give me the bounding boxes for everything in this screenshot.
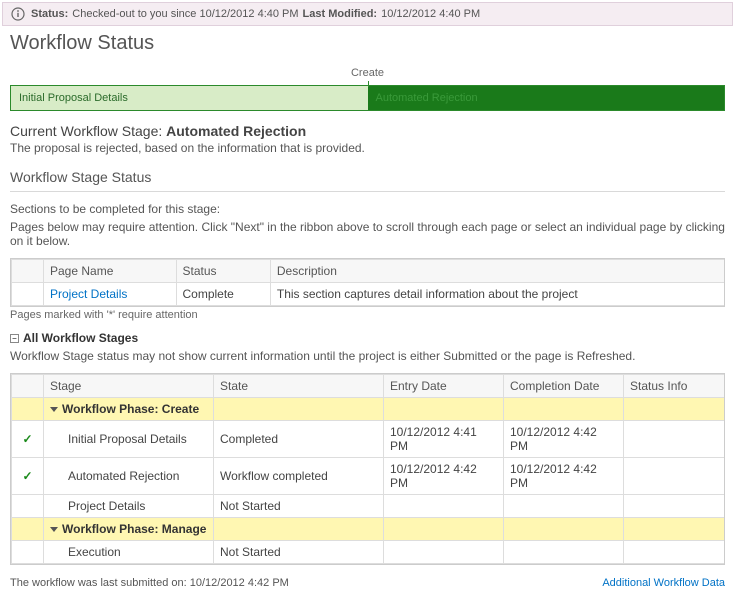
- all-stages-toggle[interactable]: –All Workflow Stages: [10, 331, 725, 345]
- stage-info: [624, 421, 726, 458]
- current-stage-description: The proposal is rejected, based on the i…: [10, 141, 725, 155]
- sections-footnote: Pages marked with '*' require attention: [10, 309, 725, 321]
- stages-table: Stage State Entry Date Completion Date S…: [11, 374, 725, 564]
- phase-label-cell[interactable]: Workflow Phase: Create: [44, 398, 214, 421]
- col-icon: [12, 260, 44, 283]
- status-text: Checked-out to you since 10/12/2012 4:40…: [72, 8, 298, 20]
- current-stage-label: Current Workflow Stage:: [10, 123, 162, 139]
- lastmod-label: Last Modified:: [303, 8, 378, 20]
- stage-entry: 10/12/2012 4:42 PM: [384, 458, 504, 495]
- footer: The workflow was last submitted on: 10/1…: [0, 573, 735, 595]
- current-stage-value: Automated Rejection: [166, 123, 306, 139]
- stage-check-cell: [12, 495, 44, 518]
- all-stages-hint: Workflow Stage status may not show curre…: [10, 349, 725, 363]
- phase-create-label: Create: [351, 67, 384, 79]
- phase-seg-initial[interactable]: Initial Proposal Details: [11, 86, 368, 110]
- stage-check-cell: ✓: [12, 421, 44, 458]
- stage-completion: 10/12/2012 4:42 PM: [504, 458, 624, 495]
- phase-icon-cell: [12, 398, 44, 421]
- col-stage: Stage: [44, 375, 214, 398]
- stage-name: Project Details: [44, 495, 214, 518]
- page-details-link[interactable]: Project Details: [50, 287, 127, 301]
- stage-completion: [504, 541, 624, 564]
- table-row: Project Details CompleteThis section capt…: [12, 283, 726, 306]
- stage-info: [624, 458, 726, 495]
- lastmod-text: 10/12/2012 4:40 PM: [381, 8, 480, 20]
- additional-workflow-data-link[interactable]: Additional Workflow Data: [602, 577, 725, 589]
- stages-table-container[interactable]: Stage State Entry Date Completion Date S…: [10, 373, 725, 565]
- info-icon: [11, 7, 25, 21]
- stage-entry: [384, 495, 504, 518]
- col-info: Status Info: [624, 375, 726, 398]
- phase-progress: Create Initial Proposal Details Automate…: [10, 67, 725, 111]
- col-completion: Completion Date: [504, 375, 624, 398]
- status-label: Status:: [31, 8, 68, 20]
- row-icon-cell: [12, 283, 44, 306]
- current-stage-line: Current Workflow Stage: Automated Reject…: [10, 123, 725, 139]
- sections-heading: Sections to be completed for this stage:: [10, 202, 725, 216]
- stage-entry: [384, 541, 504, 564]
- caret-down-icon: [50, 527, 58, 532]
- stage-check-cell: [12, 541, 44, 564]
- stage-info: [624, 541, 726, 564]
- divider: [10, 191, 725, 192]
- stage-state: Completed: [214, 421, 384, 458]
- sections-hint: Pages below may require attention. Click…: [10, 220, 725, 248]
- sections-table: Page Name Status Description Project Det…: [11, 259, 725, 306]
- stage-state: Workflow completed: [214, 458, 384, 495]
- stage-row: ✓Initial Proposal DetailsCompleted10/12/…: [12, 421, 726, 458]
- stage-completion: 10/12/2012 4:42 PM: [504, 421, 624, 458]
- stage-status-heading: Workflow Stage Status: [10, 169, 725, 185]
- phase-row[interactable]: Workflow Phase: Manage: [12, 518, 726, 541]
- caret-down-icon: [50, 407, 58, 412]
- stage-name: Initial Proposal Details: [44, 421, 214, 458]
- stage-name: Automated Rejection: [44, 458, 214, 495]
- col-description: Description: [270, 260, 725, 283]
- phase-tick: [368, 81, 369, 87]
- col-status: Status: [176, 260, 270, 283]
- col-entry: Entry Date: [384, 375, 504, 398]
- phase-label-cell[interactable]: Workflow Phase: Manage: [44, 518, 214, 541]
- stage-completion: [504, 495, 624, 518]
- row-page-name[interactable]: Project Details: [44, 283, 177, 306]
- stage-state: Not Started: [214, 495, 384, 518]
- stage-check-cell: ✓: [12, 458, 44, 495]
- stage-name: Execution: [44, 541, 214, 564]
- page-title: Workflow Status: [10, 32, 725, 55]
- col-page-name: Page Name: [44, 260, 177, 283]
- sections-table-container[interactable]: Page Name Status Description Project Det…: [10, 258, 725, 307]
- collapse-icon[interactable]: –: [10, 334, 19, 343]
- stage-row: ExecutionNot Started: [12, 541, 726, 564]
- stage-entry: 10/12/2012 4:41 PM: [384, 421, 504, 458]
- stage-row: Project DetailsNot Started: [12, 495, 726, 518]
- row-description: This section captures detail information…: [270, 283, 725, 306]
- phase-icon-cell: [12, 518, 44, 541]
- stage-state: Not Started: [214, 541, 384, 564]
- col-check: [12, 375, 44, 398]
- phase-seg-rejection[interactable]: Automated Rejection: [368, 86, 725, 110]
- status-bar: Status: Checked-out to you since 10/12/2…: [2, 2, 733, 26]
- stage-info: [624, 495, 726, 518]
- row-status: Complete: [176, 283, 270, 306]
- check-icon: ✓: [22, 432, 32, 446]
- all-stages-label: All Workflow Stages: [23, 331, 138, 345]
- col-state: State: [214, 375, 384, 398]
- phase-row[interactable]: Workflow Phase: Create: [12, 398, 726, 421]
- stage-row: ✓Automated RejectionWorkflow completed10…: [12, 458, 726, 495]
- footer-submitted: The workflow was last submitted on: 10/1…: [10, 577, 289, 589]
- check-icon: ✓: [22, 469, 32, 483]
